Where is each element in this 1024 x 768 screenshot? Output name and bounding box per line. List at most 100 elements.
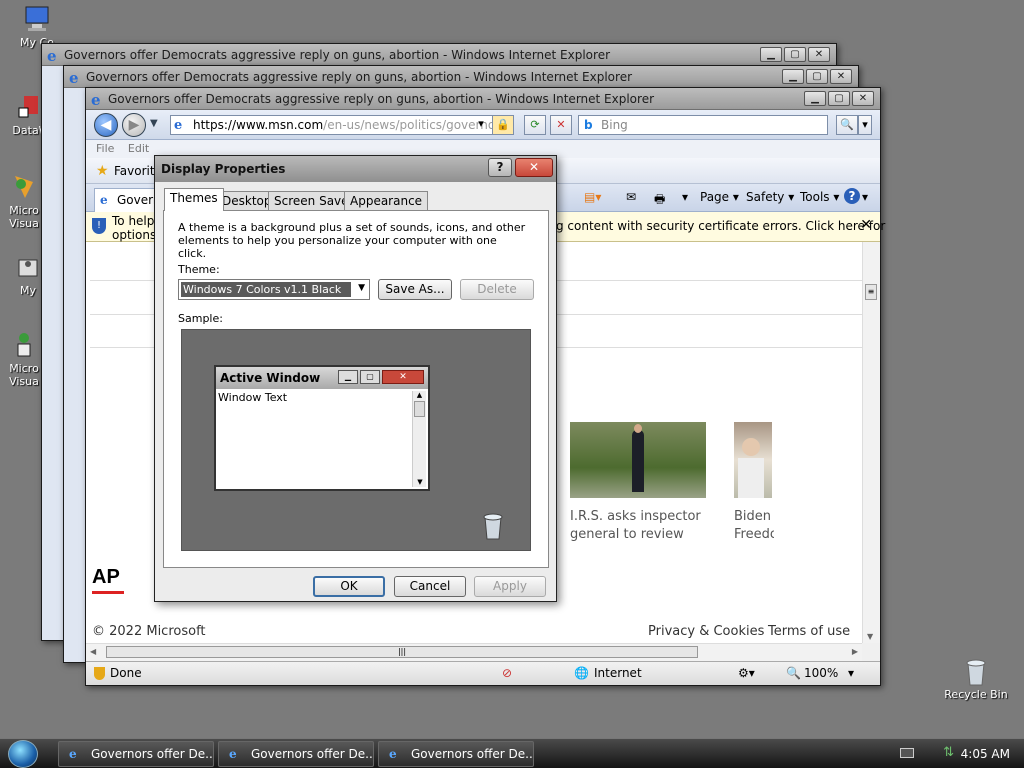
dialog-close-button[interactable]: ✕	[515, 158, 553, 177]
delete-button[interactable]: Delete	[460, 279, 534, 300]
news-caption[interactable]: Biden a Freedo	[734, 508, 774, 544]
news-image[interactable]	[570, 422, 706, 498]
visual-studio-icon	[9, 172, 39, 202]
sample-active-window: Active Window ▁ ▢ ✕ Window Text ▲ ▼	[214, 365, 430, 491]
tools-menu[interactable]: Tools ▾	[800, 190, 839, 204]
mail-icon[interactable]: ✉	[626, 190, 636, 204]
network-icon[interactable]: ⇅	[943, 745, 954, 760]
minimize-button[interactable]: ▁	[804, 91, 826, 106]
window-title-bar[interactable]: e Governors offer Democrats aggressive r…	[64, 66, 858, 88]
scroll-left-icon[interactable]: ◀	[90, 647, 96, 656]
scroll-down-icon[interactable]: ▼	[867, 632, 873, 641]
favorites-star-icon[interactable]: ★	[96, 158, 109, 184]
page-menu[interactable]: Page ▾	[700, 190, 739, 204]
clock[interactable]: 4:05 AM	[961, 739, 1010, 768]
help-dropdown-icon[interactable]: ▾	[862, 190, 868, 204]
forward-button[interactable]: ▶	[122, 113, 146, 137]
visual-studio-icon	[9, 330, 39, 360]
ok-button[interactable]: OK	[313, 576, 385, 597]
save-as-button[interactable]: Save As...	[378, 279, 452, 300]
apply-button[interactable]: Apply	[474, 576, 546, 597]
taskbar-item[interactable]: e Governors offer De...	[378, 741, 534, 767]
window-title-bar[interactable]: e Governors offer Democrats aggressive r…	[42, 44, 836, 66]
sample-label: Sample:	[178, 312, 223, 325]
info-close-icon[interactable]: ✕	[860, 218, 872, 232]
desktop-icon-recycle-bin[interactable]: Recycle Bin	[940, 656, 1012, 701]
security-lock-icon[interactable]: 🔒	[492, 115, 514, 135]
theme-select[interactable]: Windows 7 Colors v1.1 Black ▼	[178, 279, 370, 300]
footer-terms-link[interactable]: Terms of use	[768, 624, 850, 639]
vertical-scrollbar[interactable]: ≡ ▼	[862, 242, 880, 643]
svg-text:e: e	[47, 48, 57, 63]
address-dropdown-button[interactable]: ▾	[472, 115, 490, 135]
sample-close-icon: ✕	[382, 370, 424, 384]
ie-icon: e	[90, 91, 105, 109]
keyboard-icon[interactable]	[900, 748, 914, 758]
scroll-thumb[interactable]: ≡	[865, 284, 877, 300]
taskbar-item[interactable]: e Governors offer De...	[58, 741, 214, 767]
chevron-down-icon[interactable]: ▼	[358, 283, 365, 293]
sample-scrollbar: ▲ ▼	[412, 391, 426, 487]
minimize-button[interactable]: ▁	[782, 69, 804, 84]
refresh-button[interactable]: ⟳	[524, 115, 546, 135]
info-left-text: To help options.	[112, 214, 161, 242]
scroll-right-icon[interactable]: ▶	[852, 647, 858, 656]
address-bar[interactable]: e https://www.msn.com/en-us/news/politic…	[170, 115, 498, 135]
zoom-level[interactable]: 100%	[804, 662, 838, 684]
sample-window-title: Active Window	[220, 371, 321, 385]
menu-file[interactable]: File	[96, 142, 114, 155]
search-button[interactable]: 🔍	[836, 115, 858, 135]
tab-themes[interactable]: Themes	[164, 188, 224, 211]
maximize-button[interactable]: ▢	[784, 47, 806, 62]
sample-maximize-icon: ▢	[360, 370, 380, 384]
start-button[interactable]	[8, 740, 38, 768]
cancel-button[interactable]: Cancel	[394, 576, 466, 597]
scroll-thumb[interactable]: |||	[106, 646, 698, 658]
dialog-title: Display Properties	[161, 162, 286, 176]
horizontal-scrollbar[interactable]: ◀ ||| ▶	[86, 643, 862, 661]
computer-icon	[22, 4, 52, 34]
search-options-icon[interactable]: ▾	[858, 115, 872, 135]
tab-ie-icon: e	[100, 193, 108, 207]
feeds-icon[interactable]: ▤▾	[584, 190, 601, 204]
help-button[interactable]: ?	[488, 158, 512, 177]
minimize-button[interactable]: ▁	[760, 47, 782, 62]
stop-button[interactable]: ✕	[550, 115, 572, 135]
sample-recycle-bin-icon	[480, 510, 506, 545]
recent-pages-dropdown-icon[interactable]: ▼	[150, 118, 158, 129]
ie-icon: e	[389, 747, 397, 761]
maximize-button[interactable]: ▢	[828, 91, 850, 106]
zoom-icon[interactable]: 🔍	[786, 662, 801, 684]
popup-blocked-icon[interactable]: ⊘	[502, 662, 512, 684]
news-image[interactable]	[734, 422, 772, 498]
address-scheme: https://	[193, 118, 237, 132]
search-placeholder: Bing	[601, 118, 628, 132]
footer-privacy-link[interactable]: Privacy & Cookies	[648, 624, 764, 639]
protected-mode-icon[interactable]: ⚙▾	[738, 662, 755, 684]
back-button[interactable]: ◀	[94, 113, 118, 137]
print-dropdown-icon[interactable]: ▾	[682, 190, 688, 204]
taskbar-item[interactable]: e Governors offer De...	[218, 741, 374, 767]
theme-label: Theme:	[178, 263, 220, 276]
print-icon[interactable]: 🖶	[654, 190, 665, 211]
display-properties-dialog[interactable]: Display Properties ? ✕ Themes Desktop Sc…	[154, 155, 557, 602]
close-button[interactable]: ✕	[808, 47, 830, 62]
help-icon[interactable]: ?	[844, 188, 860, 204]
close-button[interactable]: ✕	[852, 91, 874, 106]
info-message: g content with security certificate erro…	[556, 219, 886, 233]
theme-selected-value: Windows 7 Colors v1.1 Black	[181, 282, 351, 297]
search-input[interactable]: b Bing	[578, 115, 828, 135]
news-caption[interactable]: I.R.S. asks inspector general to review	[570, 508, 710, 544]
menu-edit[interactable]: Edit	[128, 142, 149, 155]
theme-sample-preview: Active Window ▁ ▢ ✕ Window Text ▲ ▼	[181, 329, 531, 551]
window-title: Governors offer Democrats aggressive rep…	[64, 48, 611, 62]
close-button[interactable]: ✕	[830, 69, 852, 84]
window-title-bar[interactable]: e Governors offer Democrats aggressive r…	[86, 88, 880, 110]
recycle-bin-icon	[961, 656, 991, 686]
maximize-button[interactable]: ▢	[806, 69, 828, 84]
security-zone[interactable]: Internet	[594, 662, 642, 684]
tab-appearance[interactable]: Appearance	[344, 191, 429, 210]
dialog-title-bar[interactable]: Display Properties ? ✕	[155, 156, 556, 182]
safety-menu[interactable]: Safety ▾	[746, 190, 794, 204]
zoom-dropdown-icon[interactable]: ▾	[848, 662, 854, 684]
